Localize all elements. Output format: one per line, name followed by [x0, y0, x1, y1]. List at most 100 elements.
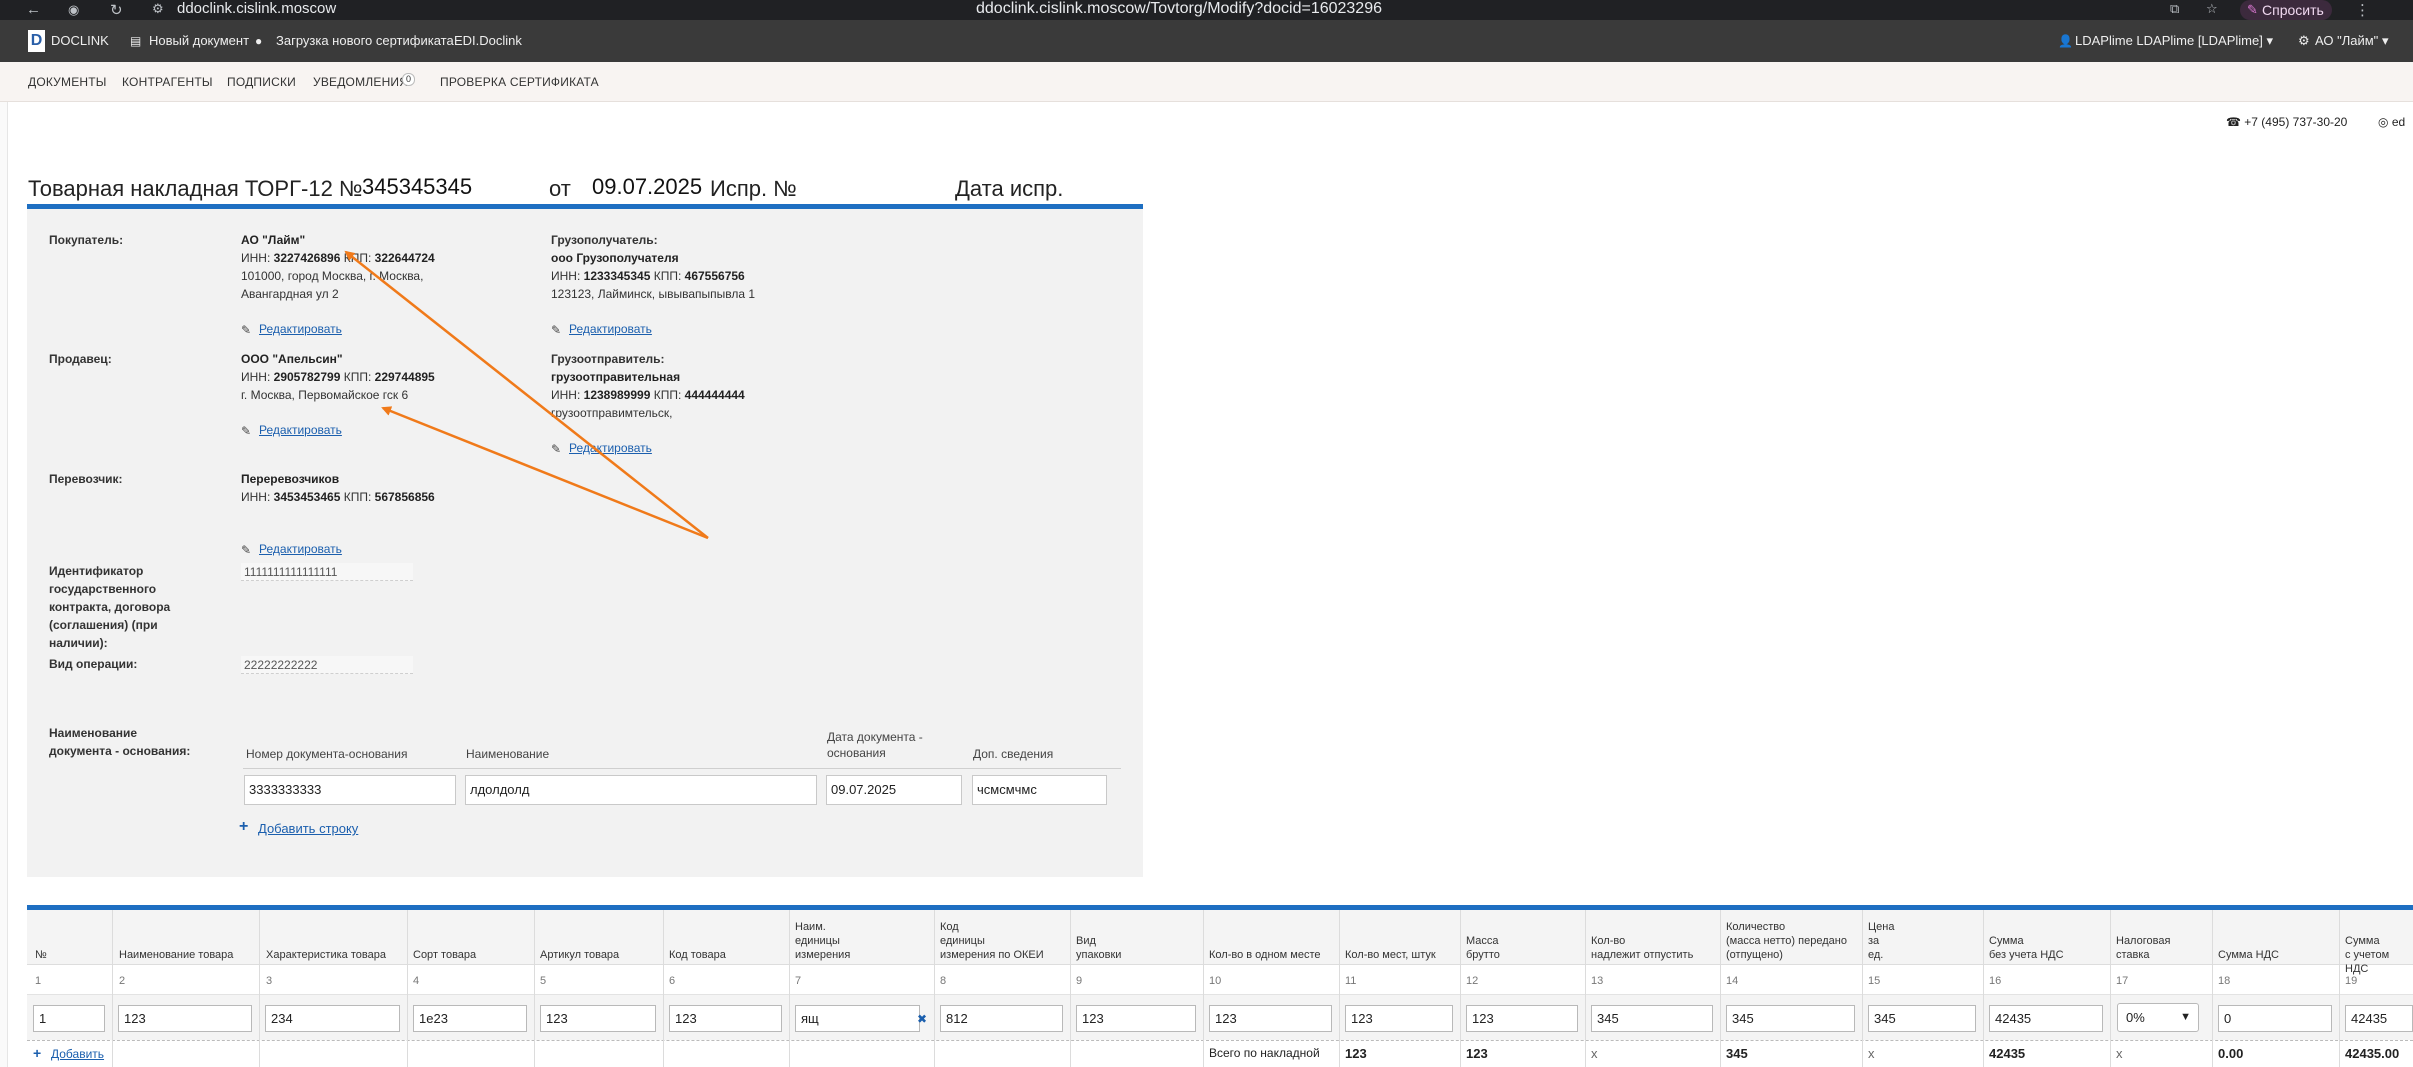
- edit-consignee-link[interactable]: Редактировать: [569, 322, 652, 336]
- add-basis-row-link[interactable]: Добавить строку: [258, 821, 358, 836]
- app-topbar: D DOCLINK ▤ Новый документ ● Загрузка но…: [0, 20, 2413, 62]
- kpp-label: КПП:: [653, 388, 682, 402]
- edit-carrier-link[interactable]: Редактировать: [259, 542, 342, 556]
- header-line: измерения по ОКЕИ: [940, 949, 1044, 961]
- unit-price-input[interactable]: 345: [1868, 1005, 1976, 1032]
- document-title: Товарная накладная ТОРГ-12 №: [28, 176, 363, 201]
- profile-icon[interactable]: ◉: [68, 2, 79, 18]
- sum-without-vat-input[interactable]: 42435: [1989, 1005, 2103, 1032]
- chevron-down-icon: ▼: [2180, 1011, 2191, 1023]
- buyer-label: Покупатель:: [49, 233, 124, 247]
- inn-label: ИНН:: [241, 370, 271, 384]
- contract-id-field[interactable]: 1111111111111111: [241, 563, 413, 581]
- address-bar[interactable]: ddoclink.cislink.moscow: [177, 0, 336, 17]
- characteristic-input[interactable]: 234: [265, 1005, 400, 1032]
- shipper-kpp: 444444444: [684, 388, 745, 402]
- organization-menu[interactable]: АО "Лайм" ▾: [2315, 20, 2388, 62]
- site-info-icon[interactable]: ⚙: [152, 1, 164, 17]
- column-number: 4: [413, 975, 420, 987]
- consignee-details: ооо Грузополучателя ИНН: 1233345345 КПП:…: [551, 249, 755, 303]
- column-number: 12: [1466, 975, 1479, 987]
- header-line: Артикул товара: [540, 949, 620, 961]
- okei-code-input[interactable]: 812: [940, 1005, 1063, 1032]
- certificate-upload-link[interactable]: Загрузка нового сертификата: [276, 20, 454, 62]
- nav-notifications[interactable]: УВЕДОМЛЕНИЯ: [313, 75, 408, 89]
- doclink-logo-icon[interactable]: D: [28, 30, 45, 52]
- consignee-label: Грузополучатель:: [551, 233, 658, 247]
- document-number[interactable]: 345345345: [362, 174, 472, 200]
- places-count-input[interactable]: 123: [1345, 1005, 1453, 1032]
- seller-label: Продавец:: [49, 352, 112, 366]
- edi-link[interactable]: EDI.Doclink: [454, 20, 522, 62]
- inn-label: ИНН:: [241, 251, 271, 265]
- article-input[interactable]: 123: [540, 1005, 656, 1032]
- sum-with-vat-input[interactable]: 42435: [2345, 1005, 2413, 1032]
- document-date[interactable]: 09.07.2025: [592, 174, 702, 200]
- qty-per-place-input[interactable]: 123: [1209, 1005, 1332, 1032]
- column-separator: [1339, 910, 1340, 1067]
- header-line: Кол-во: [1591, 935, 1626, 947]
- new-document-link[interactable]: Новый документ: [149, 20, 249, 62]
- product-name-input[interactable]: 123: [118, 1005, 252, 1032]
- help-icon: ◎: [2378, 115, 2392, 129]
- organization-name: АО "Лайм": [2315, 33, 2379, 48]
- brand-name[interactable]: DOCLINK: [51, 20, 109, 62]
- col-header-okei: Код единицы измерения по ОКЕИ: [940, 920, 1044, 962]
- inn-label: ИНН:: [551, 388, 581, 402]
- column-number: 13: [1591, 975, 1604, 987]
- nav-subscriptions[interactable]: ПОДПИСКИ: [227, 75, 296, 89]
- carrier-kpp: 567856856: [374, 490, 435, 504]
- bookmark-icon[interactable]: ☆: [2206, 1, 2218, 17]
- user-menu[interactable]: LDAPlime LDAPlime [LDAPlime] ▾: [2075, 20, 2273, 62]
- gross-weight-input[interactable]: 123: [1466, 1005, 1578, 1032]
- unit-name-input[interactable]: ящ: [795, 1005, 920, 1032]
- vat-sum-input[interactable]: 0: [2218, 1005, 2332, 1032]
- column-separator: [112, 910, 113, 1067]
- extension-icon[interactable]: ⧉: [2170, 1, 2179, 17]
- package-input[interactable]: 123: [1076, 1005, 1196, 1032]
- edit-seller-link[interactable]: Редактировать: [259, 423, 342, 437]
- basis-number-input[interactable]: 3333333333: [244, 775, 456, 805]
- col-header-places: Кол-во мест, штук: [1345, 948, 1436, 962]
- total-vat-sum: 0.00: [2218, 1046, 2244, 1061]
- header-line: Цена: [1868, 921, 1895, 933]
- edit-shipper-link[interactable]: Редактировать: [569, 441, 652, 455]
- nav-certificate-check[interactable]: ПРОВЕРКА СЕРТИФИКАТА: [440, 75, 599, 89]
- product-code-input[interactable]: 123: [669, 1005, 782, 1032]
- plus-icon: +: [239, 818, 249, 835]
- kpp-label: КПП:: [343, 251, 372, 265]
- seller-details: ООО "Апельсин" ИНН: 2905782799 КПП: 2297…: [241, 350, 435, 404]
- ask-ai-button[interactable]: Спросить: [2240, 0, 2332, 20]
- column-number: 17: [2116, 975, 2129, 987]
- nav-documents[interactable]: ДОКУМЕНТЫ: [28, 75, 107, 89]
- contract-label-line: государственного: [49, 582, 157, 596]
- edit-buyer-link[interactable]: Редактировать: [259, 322, 342, 336]
- basis-extra-input[interactable]: чсмсмчмс: [972, 775, 1107, 805]
- basis-name-input[interactable]: лдолдолд: [465, 775, 817, 805]
- pencil-icon: ✎: [241, 424, 252, 438]
- menu-dots-icon[interactable]: ⋮: [2355, 1, 2370, 19]
- user-icon: 👤: [2058, 34, 2073, 48]
- back-arrow-icon[interactable]: ←: [26, 1, 41, 18]
- total-net: 345: [1726, 1046, 1748, 1061]
- net-qty-input[interactable]: 345: [1726, 1005, 1855, 1032]
- qty-to-release-input[interactable]: 345: [1591, 1005, 1713, 1032]
- clear-unit-icon[interactable]: ✖: [917, 1012, 927, 1026]
- nav-counterparties[interactable]: КОНТРАГЕНТЫ: [122, 75, 213, 89]
- help-link[interactable]: ◎ ed: [2378, 115, 2405, 129]
- header-line: упаковки: [1076, 949, 1122, 961]
- add-goods-row-link[interactable]: Добавить: [51, 1047, 104, 1061]
- document-icon: ▤: [130, 34, 142, 48]
- row-number-input[interactable]: 1: [33, 1005, 105, 1032]
- basis-date-input[interactable]: 09.07.2025: [826, 775, 962, 805]
- column-number: 19: [2345, 975, 2358, 987]
- reload-icon[interactable]: ↻: [110, 1, 123, 19]
- buyer-name: АО "Лайм": [241, 233, 306, 247]
- operation-type-field[interactable]: 22222222222: [241, 656, 413, 674]
- header-line: №: [35, 949, 47, 961]
- vat-rate-select[interactable]: 0% ▼: [2117, 1003, 2199, 1032]
- header-line: Количество: [1726, 921, 1786, 933]
- column-separator: [2339, 910, 2340, 1067]
- sort-input[interactable]: 1e23: [413, 1005, 527, 1032]
- basis-header-divider: [243, 768, 1121, 769]
